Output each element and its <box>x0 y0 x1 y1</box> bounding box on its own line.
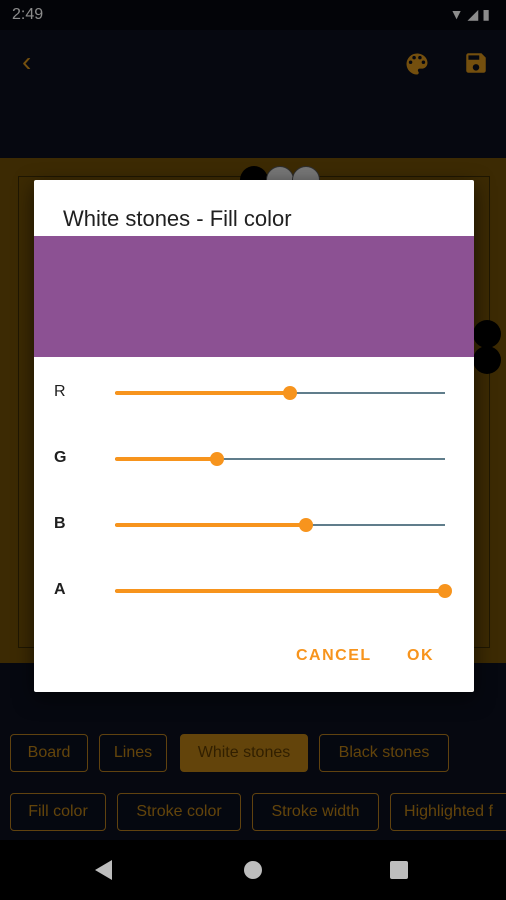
nav-home-icon[interactable] <box>244 861 262 879</box>
slider-label-g: G <box>54 449 67 466</box>
ok-button[interactable]: OK <box>407 647 434 665</box>
slider-row-a: A <box>34 571 474 611</box>
slider-label-r: R <box>54 383 66 400</box>
slider-fill <box>115 589 445 593</box>
nav-recents-icon[interactable] <box>390 861 408 879</box>
slider-fill <box>115 457 218 461</box>
color-preview <box>34 236 474 357</box>
slider-fill <box>115 391 290 395</box>
slider-row-b: B <box>34 505 474 545</box>
slider-row-r: R <box>34 373 474 413</box>
slider-thumb[interactable] <box>299 518 314 532</box>
slider-label-a: A <box>54 581 66 598</box>
slider-thumb[interactable] <box>210 452 225 466</box>
slider-r[interactable] <box>115 386 445 400</box>
slider-b[interactable] <box>115 518 445 532</box>
slider-g[interactable] <box>115 452 445 466</box>
slider-a[interactable] <box>115 584 452 598</box>
slider-row-g: G <box>34 439 474 479</box>
dialog-title: White stones - Fill color <box>63 206 292 231</box>
cancel-button[interactable]: CANCEL <box>296 647 372 665</box>
system-nav-bar <box>0 840 506 900</box>
slider-label-b: B <box>54 515 66 532</box>
color-picker-dialog: White stones - Fill color R G B A CANCEL… <box>34 180 474 692</box>
slider-fill <box>115 523 307 527</box>
slider-thumb[interactable] <box>438 584 452 598</box>
slider-thumb[interactable] <box>282 386 297 400</box>
nav-back-icon[interactable] <box>95 860 112 880</box>
